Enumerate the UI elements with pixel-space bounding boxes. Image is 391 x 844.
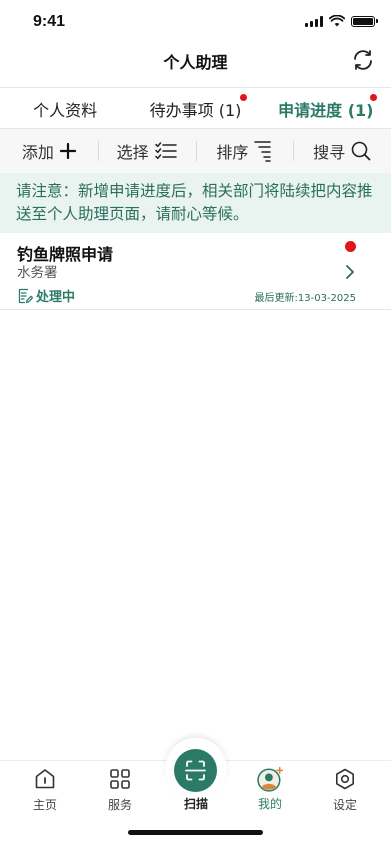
edit-document-icon <box>18 288 33 303</box>
plus-icon <box>59 143 76 159</box>
tab-application-progress[interactable]: 申请进度 (1) <box>261 89 391 128</box>
grid-icon <box>110 769 130 789</box>
home-indicator <box>128 830 263 835</box>
tab-bar: 个人资料 待办事项 (1) 申请进度 (1) <box>0 89 391 129</box>
home-icon <box>35 769 55 789</box>
tab-personal-info[interactable]: 个人资料 <box>0 89 130 128</box>
unread-dot <box>345 241 356 252</box>
page-title: 个人助理 <box>163 53 228 72</box>
application-department: 水务署 <box>17 265 58 281</box>
nav-label: 设定 <box>332 798 357 812</box>
notification-dot <box>239 94 247 101</box>
nav-label: 服务 <box>107 798 132 812</box>
scan-icon <box>185 760 206 781</box>
nav-mine[interactable]: 我的 <box>235 761 305 821</box>
wifi-icon <box>329 15 345 27</box>
notice-banner: 请注意：新增申请进度后，相关部门将陆续把内容推送至个人助理页面，请耐心等候。 <box>0 173 391 233</box>
checklist-icon <box>154 142 177 160</box>
tab-label: 待办事项 (1) <box>149 100 242 120</box>
nav-label: 我的 <box>257 797 282 811</box>
select-label: 选择 <box>116 143 149 162</box>
scan-button[interactable] <box>174 749 217 792</box>
tab-todo[interactable]: 待办事项 (1) <box>130 89 260 128</box>
application-card[interactable]: 钓鱼牌照申请 水务署 处理中 最后更新:13-03-2025 <box>0 233 391 310</box>
avatar-icon <box>257 766 283 792</box>
toolbar: 添加 选择 排序 搜寻 <box>0 129 391 173</box>
settings-icon <box>336 768 354 790</box>
refresh-icon[interactable] <box>351 48 375 72</box>
search-label: 搜寻 <box>313 143 346 162</box>
application-status: 处理中 <box>17 286 75 305</box>
notification-dot <box>369 94 377 101</box>
app-header: 个人助理 <box>0 44 391 88</box>
nav-label: 主页 <box>32 798 57 812</box>
select-button[interactable]: 选择 <box>97 129 196 173</box>
status-bar: 9:41 <box>0 0 391 44</box>
search-button[interactable]: 搜寻 <box>293 129 391 173</box>
sort-button[interactable]: 排序 <box>195 129 294 173</box>
battery-icon <box>351 15 378 27</box>
last-updated: 最后更新:13-03-2025 <box>254 293 356 304</box>
tab-label: 申请进度 (1) <box>278 100 374 120</box>
status-label: 处理中 <box>36 290 76 305</box>
status-icons <box>305 15 378 27</box>
sort-label: 排序 <box>216 143 249 162</box>
chevron-right-icon <box>346 265 354 279</box>
sort-icon <box>254 141 272 162</box>
nav-services[interactable]: 服务 <box>85 761 155 821</box>
tab-label: 个人资料 <box>33 100 98 120</box>
search-icon <box>351 141 371 161</box>
add-label: 添加 <box>21 143 54 162</box>
nav-settings[interactable]: 设定 <box>310 761 380 821</box>
signal-icon <box>305 15 323 27</box>
add-button[interactable]: 添加 <box>0 129 98 173</box>
status-time: 9:41 <box>33 13 66 30</box>
scan-label: 扫描 <box>183 797 208 811</box>
nav-home[interactable]: 主页 <box>10 761 80 821</box>
